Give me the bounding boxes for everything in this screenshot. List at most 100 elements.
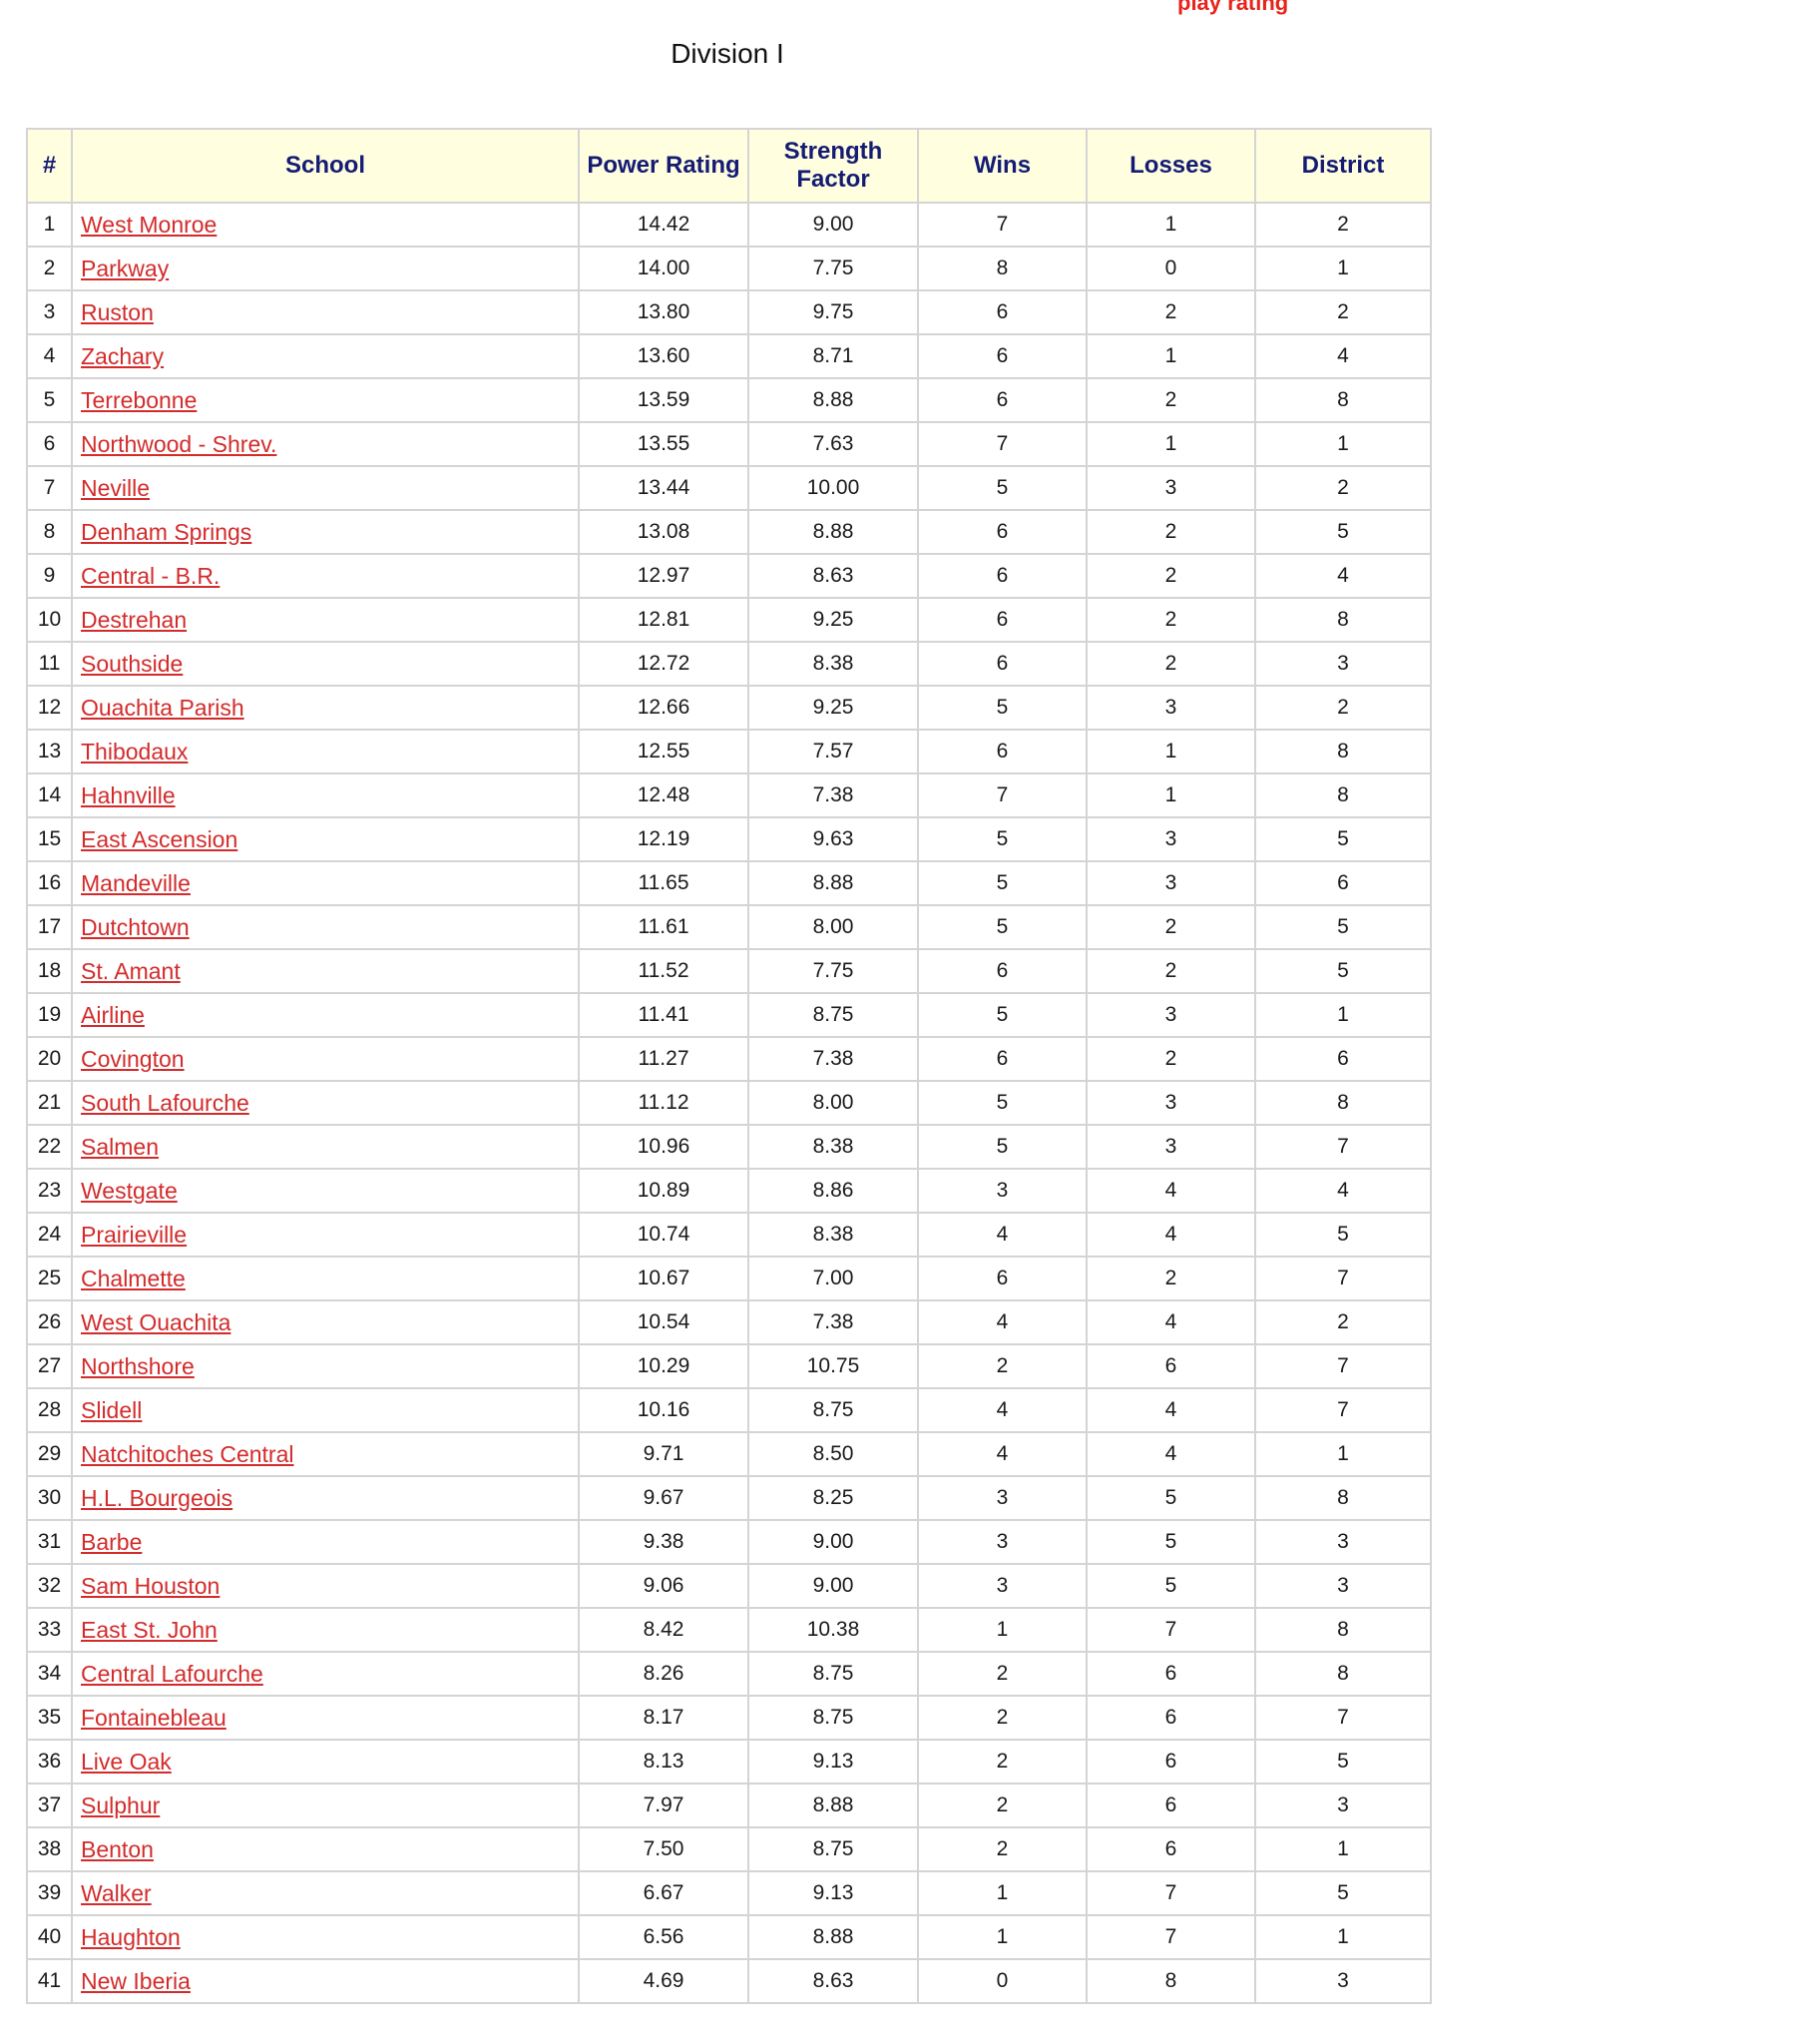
strength-factor-cell: 8.75	[747, 1826, 919, 1872]
rank-cell: 11	[26, 641, 73, 687]
table-row: 15 East Ascension 12.19 9.63 5 3 5	[26, 816, 1432, 862]
table-row: 8 Denham Springs 13.08 8.88 6 2 5	[26, 509, 1432, 555]
losses-cell: 4	[1086, 1168, 1256, 1214]
school-link[interactable]: West Ouachita	[81, 1309, 230, 1335]
column-header-power-rating: Power Rating	[578, 128, 749, 204]
rank-cell: 28	[26, 1387, 73, 1433]
school-cell: Denham Springs	[71, 509, 580, 555]
school-link[interactable]: Covington	[81, 1046, 185, 1072]
school-link[interactable]: Chalmette	[81, 1266, 186, 1291]
strength-factor-cell: 8.75	[747, 1387, 919, 1433]
wins-cell: 3	[917, 1519, 1088, 1565]
losses-cell: 2	[1086, 597, 1256, 643]
school-link[interactable]: Parkway	[81, 256, 169, 281]
school-link[interactable]: Airline	[81, 1002, 145, 1028]
school-link[interactable]: Fontainebleau	[81, 1705, 226, 1731]
losses-cell: 3	[1086, 860, 1256, 906]
school-cell: Ouachita Parish	[71, 685, 580, 731]
strength-factor-cell: 9.25	[747, 685, 919, 731]
losses-cell: 2	[1086, 1256, 1256, 1301]
school-link[interactable]: Northwood - Shrev.	[81, 431, 276, 457]
losses-cell: 3	[1086, 1080, 1256, 1126]
wins-cell: 5	[917, 465, 1088, 511]
school-link[interactable]: South Lafourche	[81, 1090, 249, 1116]
table-row: 36 Live Oak 8.13 9.13 2 6 5	[26, 1739, 1432, 1785]
school-cell: Southside	[71, 641, 580, 687]
school-link[interactable]: West Monroe	[81, 212, 217, 238]
wins-cell: 5	[917, 860, 1088, 906]
school-cell: Zachary	[71, 333, 580, 379]
losses-cell: 6	[1086, 1783, 1256, 1828]
power-rating-cell: 6.67	[578, 1870, 749, 1916]
school-cell: Thibodaux	[71, 729, 580, 774]
school-link[interactable]: East St. John	[81, 1617, 218, 1643]
rank-cell: 26	[26, 1299, 73, 1345]
school-link[interactable]: Benton	[81, 1836, 154, 1862]
school-link[interactable]: St. Amant	[81, 958, 181, 984]
school-cell: Parkway	[71, 246, 580, 291]
school-link[interactable]: Southside	[81, 651, 183, 677]
school-link[interactable]: Hahnville	[81, 782, 176, 808]
losses-cell: 1	[1086, 729, 1256, 774]
school-link[interactable]: Zachary	[81, 343, 164, 369]
school-link[interactable]: Slidell	[81, 1397, 142, 1423]
school-cell: Northwood - Shrev.	[71, 421, 580, 467]
district-cell: 2	[1254, 1299, 1432, 1345]
school-link[interactable]: Terrebonne	[81, 387, 197, 413]
school-link[interactable]: Sam Houston	[81, 1573, 220, 1599]
district-cell: 7	[1254, 1387, 1432, 1433]
district-cell: 1	[1254, 1431, 1432, 1477]
school-link[interactable]: Denham Springs	[81, 519, 251, 545]
table-body: 1 West Monroe 14.42 9.00 7 1 2 2 Parkway 14.00 7.7…	[26, 202, 1432, 2004]
school-link[interactable]: Walker	[81, 1880, 152, 1906]
district-cell: 2	[1254, 202, 1432, 248]
school-link[interactable]: East Ascension	[81, 826, 237, 852]
school-link[interactable]: Ruston	[81, 299, 154, 325]
table-row: 16 Mandeville 11.65 8.88 5 3 6	[26, 860, 1432, 906]
table-row: 39 Walker 6.67 9.13 1 7 5	[26, 1870, 1432, 1916]
school-link[interactable]: Neville	[81, 475, 150, 501]
column-header-losses: Losses	[1086, 128, 1256, 204]
rank-cell: 10	[26, 597, 73, 643]
school-link[interactable]: Prairieville	[81, 1222, 187, 1248]
power-rating-cell: 12.81	[578, 597, 749, 643]
school-link[interactable]: Central - B.R.	[81, 563, 220, 589]
rank-cell: 39	[26, 1870, 73, 1916]
school-link[interactable]: Barbe	[81, 1529, 142, 1555]
school-link[interactable]: H.L. Bourgeois	[81, 1485, 232, 1511]
school-link[interactable]: Mandeville	[81, 870, 191, 896]
district-cell: 1	[1254, 1826, 1432, 1872]
school-link[interactable]: Dutchtown	[81, 914, 190, 940]
school-link[interactable]: Haughton	[81, 1924, 181, 1950]
district-cell: 5	[1254, 904, 1432, 950]
column-header-district: District	[1254, 128, 1432, 204]
power-rating-cell: 12.48	[578, 772, 749, 818]
rank-cell: 12	[26, 685, 73, 731]
power-rating-cell: 10.16	[578, 1387, 749, 1433]
power-rating-cell: 10.29	[578, 1343, 749, 1389]
rank-cell: 17	[26, 904, 73, 950]
school-link[interactable]: Northshore	[81, 1353, 195, 1379]
school-link[interactable]: Live Oak	[81, 1749, 172, 1775]
school-link[interactable]: Westgate	[81, 1178, 178, 1204]
school-link[interactable]: Destrehan	[81, 607, 187, 633]
rank-cell: 23	[26, 1168, 73, 1214]
school-link[interactable]: Sulphur	[81, 1792, 160, 1818]
school-link[interactable]: Thibodaux	[81, 739, 188, 765]
district-cell: 5	[1254, 1739, 1432, 1785]
school-link[interactable]: New Iberia	[81, 1968, 191, 1994]
strength-factor-cell: 8.00	[747, 904, 919, 950]
school-cell: Barbe	[71, 1519, 580, 1565]
school-link[interactable]: Natchitoches Central	[81, 1441, 294, 1467]
school-link[interactable]: Salmen	[81, 1134, 159, 1160]
school-link[interactable]: Central Lafourche	[81, 1661, 263, 1687]
column-header-wins: Wins	[917, 128, 1088, 204]
school-cell: Destrehan	[71, 597, 580, 643]
rank-cell: 15	[26, 816, 73, 862]
top-link-fragment[interactable]: play rating	[1177, 0, 1288, 16]
losses-cell: 4	[1086, 1431, 1256, 1477]
rank-cell: 24	[26, 1212, 73, 1258]
district-cell: 8	[1254, 772, 1432, 818]
power-rating-cell: 11.65	[578, 860, 749, 906]
school-link[interactable]: Ouachita Parish	[81, 695, 244, 721]
